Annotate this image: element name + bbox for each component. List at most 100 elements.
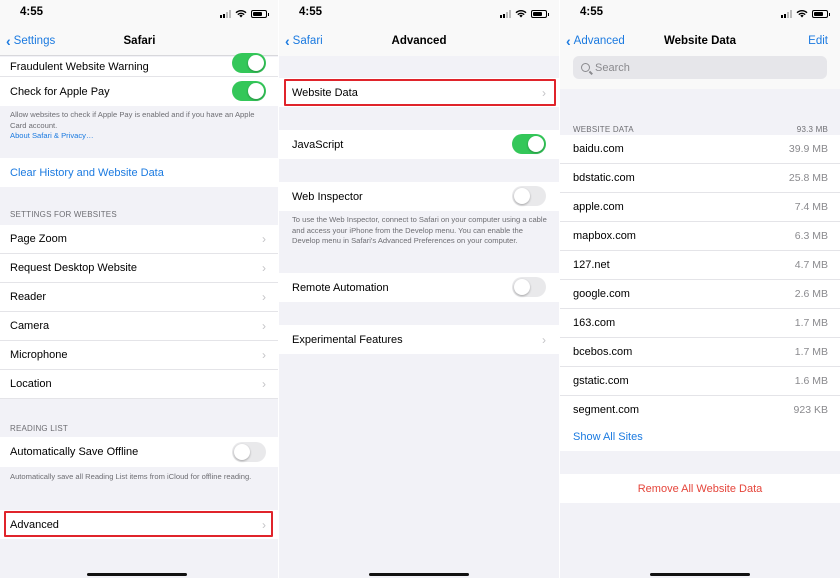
wifi-icon	[235, 10, 247, 18]
clear-history-label: Clear History and Website Data	[10, 166, 164, 179]
wifi-icon	[796, 10, 808, 18]
cellular-signal-icon	[781, 9, 792, 18]
page-title: Advanced	[391, 35, 447, 47]
site-domain: mapbox.com	[573, 230, 636, 242]
search-placeholder: Search	[595, 61, 630, 74]
website-data-item[interactable]: baidu.com 39.9 MB	[560, 135, 840, 164]
status-icons	[781, 9, 830, 18]
battery-icon	[531, 9, 549, 18]
site-domain: 163.com	[573, 317, 616, 329]
website-data-item[interactable]: mapbox.com 6.3 MB	[560, 222, 840, 251]
web-inspector-row: Web Inspector	[279, 182, 559, 211]
site-domain: bcebos.com	[573, 346, 633, 358]
chevron-right-icon: ›	[262, 319, 266, 333]
site-size: 25.8 MB	[788, 172, 828, 184]
javascript-toggle[interactable]	[512, 134, 546, 154]
status-time: 4:55	[580, 6, 604, 18]
chevron-right-icon: ›	[262, 290, 266, 304]
save-offline-toggle[interactable]	[232, 442, 266, 462]
experimental-features-label: Experimental Features	[292, 333, 403, 346]
show-all-sites-row[interactable]: Show All Sites	[560, 422, 840, 451]
site-size: 1.7 MB	[794, 317, 828, 329]
website-setting-row[interactable]: Page Zoom ›	[0, 225, 279, 254]
website-data-item[interactable]: 163.com 1.7 MB	[560, 309, 840, 338]
status-bar: 4:55	[279, 0, 559, 28]
website-data-item[interactable]: google.com 2.6 MB	[560, 280, 840, 309]
site-size: 2.6 MB	[794, 288, 828, 300]
apple-pay-toggle[interactable]	[232, 81, 266, 101]
home-indicator	[650, 573, 750, 576]
site-domain: apple.com	[573, 201, 624, 213]
site-size: 4.7 MB	[794, 259, 828, 271]
site-domain: google.com	[573, 288, 630, 300]
remote-automation-toggle[interactable]	[512, 277, 546, 297]
nav-bar: ‹ Settings Safari	[0, 28, 279, 56]
clear-history-row[interactable]: Clear History and Website Data	[0, 158, 279, 187]
website-setting-label: Camera	[10, 320, 50, 332]
search-field[interactable]: Search	[573, 56, 827, 79]
status-time: 4:55	[299, 6, 323, 18]
website-setting-label: Location	[10, 378, 52, 390]
apple-pay-note-text: Allow websites to check if Apple Pay is …	[10, 110, 255, 130]
total-size: 93.3 MB	[796, 125, 828, 134]
website-data-item[interactable]: bcebos.com 1.7 MB	[560, 338, 840, 367]
advanced-screen: 4:55 ‹ Safari Advanced Website Data › Jav…	[279, 0, 559, 578]
battery-icon	[251, 9, 269, 18]
show-all-sites-label: Show All Sites	[573, 430, 643, 443]
status-time: 4:55	[20, 6, 44, 18]
website-data-item[interactable]: bdstatic.com 25.8 MB	[560, 164, 840, 193]
safari-settings-screen: 4:55 ‹ Settings Safari Fraudulent Website…	[0, 0, 279, 578]
cellular-signal-icon	[220, 9, 231, 18]
section-header-website-data: WEBSITE DATA	[573, 125, 634, 134]
website-setting-row[interactable]: Request Desktop Website ›	[0, 254, 279, 283]
nav-bar: ‹ Safari Advanced	[279, 28, 559, 56]
save-offline-note: Automatically save all Reading List item…	[10, 472, 252, 481]
battery-icon	[812, 9, 830, 18]
site-size: 6.3 MB	[794, 230, 828, 242]
website-setting-row[interactable]: Location ›	[0, 370, 279, 399]
website-data-item[interactable]: segment.com 923 KB	[560, 396, 840, 425]
page-title: Safari	[123, 35, 156, 47]
experimental-features-row[interactable]: Experimental Features ›	[279, 325, 559, 354]
edit-button[interactable]: Edit	[808, 35, 828, 47]
web-inspector-note: To use the Web Inspector, connect to Saf…	[292, 215, 547, 245]
remove-all-label: Remove All Website Data	[637, 482, 763, 495]
chevron-right-icon: ›	[262, 348, 266, 362]
website-data-item[interactable]: gstatic.com 1.6 MB	[560, 367, 840, 396]
site-size: 7.4 MB	[794, 201, 828, 213]
remove-all-row[interactable]: Remove All Website Data	[560, 474, 840, 503]
site-domain: baidu.com	[573, 143, 624, 155]
site-size: 1.7 MB	[794, 346, 828, 358]
website-setting-row[interactable]: Camera ›	[0, 312, 279, 341]
status-icons	[220, 9, 269, 18]
website-setting-label: Reader	[10, 291, 47, 303]
page-title: Website Data	[663, 35, 736, 47]
site-size: 39.9 MB	[788, 143, 828, 155]
chevron-right-icon: ›	[262, 377, 266, 391]
site-size: 1.6 MB	[794, 375, 828, 387]
web-inspector-toggle[interactable]	[512, 186, 546, 206]
highlight-box-website-data	[284, 79, 556, 106]
cellular-signal-icon	[500, 9, 511, 18]
apple-pay-note: Allow websites to check if Apple Pay is …	[10, 110, 269, 142]
status-bar: 4:55	[0, 0, 279, 28]
website-setting-row[interactable]: Microphone ›	[0, 341, 279, 370]
website-data-screen: 4:55 ‹ Advanced Website Data Edit Search …	[560, 0, 840, 578]
chevron-right-icon: ›	[542, 332, 546, 347]
save-offline-row: Automatically Save Offline	[0, 437, 279, 467]
section-header-reading-list: READING LIST	[10, 424, 68, 433]
site-domain: 127.net	[573, 259, 610, 271]
status-icons	[500, 9, 549, 18]
website-setting-row[interactable]: Reader ›	[0, 283, 279, 312]
website-setting-label: Page Zoom	[10, 233, 67, 245]
website-data-item[interactable]: 127.net 4.7 MB	[560, 251, 840, 280]
home-indicator	[87, 573, 187, 576]
fraud-warning-toggle[interactable]	[232, 53, 266, 73]
about-privacy-link[interactable]: About Safari & Privacy…	[10, 131, 94, 140]
site-domain: gstatic.com	[573, 375, 629, 387]
chevron-right-icon: ›	[262, 261, 266, 275]
site-size: 923 KB	[793, 404, 828, 416]
website-data-item[interactable]: apple.com 7.4 MB	[560, 193, 840, 222]
javascript-row: JavaScript	[279, 130, 559, 159]
website-setting-label: Microphone	[10, 349, 68, 361]
